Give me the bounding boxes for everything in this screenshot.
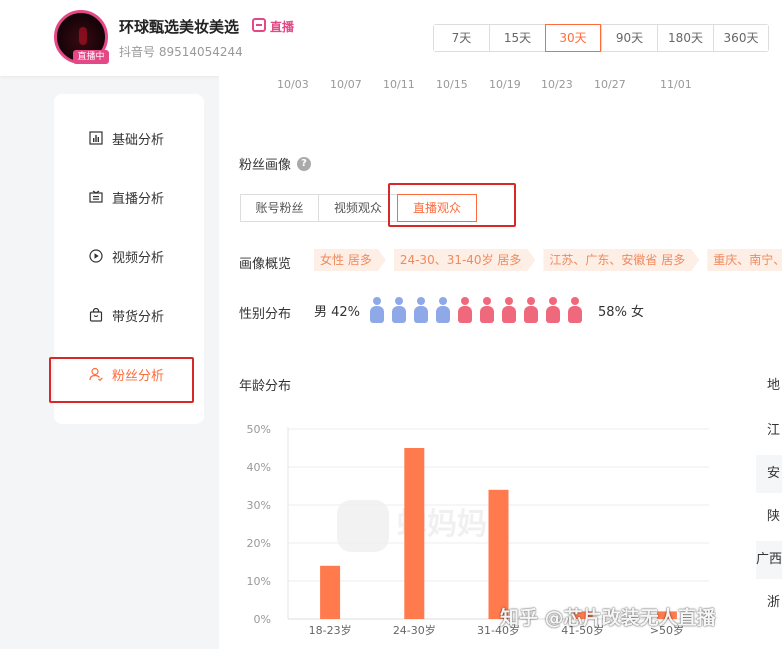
- sidebar-item-label: 带货分析: [112, 309, 165, 325]
- sidebar-item-label: 基础分析: [112, 132, 165, 148]
- avatar-image: [79, 27, 87, 45]
- header: 直播中 环球甄选美妆美选 直播 抖音号 89514054244 7天 15天 3…: [0, 0, 782, 76]
- overview-tags: 女性 居多 24-30、31-40岁 居多 江苏、广东、安徽省 居多 重庆、南宁…: [314, 249, 782, 271]
- y-tick-label: 40%: [247, 461, 271, 474]
- main-panel: 10/03 10/07 10/11 10/15 10/19 10/23 10/2…: [219, 76, 782, 649]
- audience-tabs: 账号粉丝 视频观众 直播观众: [240, 194, 477, 222]
- date-tick: 10/07: [330, 78, 362, 91]
- female-figure-icon: [502, 297, 517, 323]
- play-circle-icon: [88, 248, 104, 264]
- overview-tag: 女性 居多: [314, 249, 386, 271]
- x-tick-label: 24-30岁: [393, 623, 436, 637]
- overview-tag: 江苏、广东、安徽省 居多: [543, 249, 699, 271]
- sidebar-item-live[interactable]: 直播分析: [54, 177, 204, 217]
- fans-profile-title-text: 粉丝画像: [239, 158, 292, 173]
- sidebar-item-label: 粉丝分析: [112, 368, 165, 384]
- date-tick: 10/11: [383, 78, 415, 91]
- age-bar: [320, 565, 341, 619]
- overlay-caption: 知乎 @芯片改装无人直播: [500, 607, 716, 629]
- y-tick-label: 0%: [254, 613, 271, 626]
- overview-tag: 重庆、南宁、: [707, 249, 782, 271]
- range-tab-30[interactable]: 30天: [545, 24, 601, 52]
- region-cell: 江: [756, 412, 782, 450]
- shopping-bag-icon: [88, 307, 104, 323]
- sidebar-item-fans[interactable]: 粉丝分析: [54, 354, 204, 394]
- y-tick-label: 50%: [247, 423, 271, 436]
- bar-chart-icon: [88, 130, 104, 146]
- tab-video-viewers[interactable]: 视频观众: [318, 194, 398, 222]
- date-tick: 10/19: [489, 78, 521, 91]
- gender-label: 性别分布: [239, 307, 292, 322]
- tab-account-fans[interactable]: 账号粉丝: [240, 194, 319, 222]
- male-figure-icon: [392, 297, 407, 323]
- sidebar-item-label: 直播分析: [112, 191, 165, 207]
- help-icon[interactable]: ?: [297, 156, 312, 171]
- sidebar-item-goods[interactable]: 带货分析: [54, 295, 204, 335]
- region-cell: 浙: [756, 584, 782, 622]
- live-badge: 直播中: [73, 50, 109, 64]
- live-tag: 直播: [270, 20, 295, 34]
- age-bar: [488, 489, 509, 619]
- tab-live-viewers[interactable]: 直播观众: [397, 194, 477, 222]
- male-figure-icon: [370, 297, 385, 323]
- y-tick-label: 10%: [247, 575, 271, 588]
- female-figure-icon: [546, 297, 561, 323]
- region-cell: 安: [756, 455, 782, 493]
- female-figure-icon: [480, 297, 495, 323]
- range-tab-15[interactable]: 15天: [489, 25, 545, 51]
- date-tick: 11/01: [660, 78, 692, 91]
- y-tick-label: 20%: [247, 537, 271, 550]
- region-column: 地 江 安 陕 广西 浙: [756, 367, 782, 649]
- date-tick: 10/23: [541, 78, 573, 91]
- range-tab-7[interactable]: 7天: [434, 25, 489, 51]
- sidebar: 基础分析 直播分析 视频分析 带货分析 粉丝分析: [54, 94, 204, 424]
- date-range-tabs: 7天 15天 30天 90天 180天 360天: [433, 24, 769, 52]
- douyin-id: 抖音号 89514054244: [119, 45, 243, 59]
- date-tick: 10/03: [277, 78, 309, 91]
- fans-profile-title: 粉丝画像 ?: [239, 154, 312, 173]
- live-tag-icon: [252, 18, 266, 32]
- overview-label: 画像概览: [239, 257, 292, 272]
- male-figure-icon: [414, 297, 429, 323]
- gender-pictogram: [370, 297, 590, 323]
- overview-tag: 24-30、31-40岁 居多: [394, 249, 536, 271]
- range-tab-360[interactable]: 360天: [713, 25, 768, 51]
- male-figure-icon: [436, 297, 451, 323]
- region-cell: 陕: [756, 498, 782, 536]
- anchor-name[interactable]: 环球甄选美妆美选: [119, 16, 239, 37]
- age-bar: [404, 448, 425, 619]
- female-figure-icon: [568, 297, 583, 323]
- region-cell: 广西: [756, 541, 782, 579]
- x-tick-label: 18-23岁: [309, 623, 352, 637]
- region-header: 地: [756, 367, 782, 405]
- range-tab-180[interactable]: 180天: [657, 25, 713, 51]
- range-tab-90[interactable]: 90天: [601, 25, 657, 51]
- male-percent: 男 42%: [314, 304, 361, 320]
- female-figure-icon: [524, 297, 539, 323]
- sidebar-item-basic[interactable]: 基础分析: [54, 118, 204, 158]
- gender-distribution: 男 42% 58% 女: [314, 295, 644, 325]
- female-percent: 58% 女: [598, 304, 645, 320]
- sidebar-item-label: 视频分析: [112, 250, 165, 266]
- female-figure-icon: [458, 297, 473, 323]
- y-tick-label: 30%: [247, 499, 271, 512]
- date-tick: 10/15: [436, 78, 468, 91]
- sidebar-item-video[interactable]: 视频分析: [54, 236, 204, 276]
- date-tick: 10/27: [594, 78, 626, 91]
- live-icon: [88, 189, 104, 205]
- user-icon: [88, 366, 104, 382]
